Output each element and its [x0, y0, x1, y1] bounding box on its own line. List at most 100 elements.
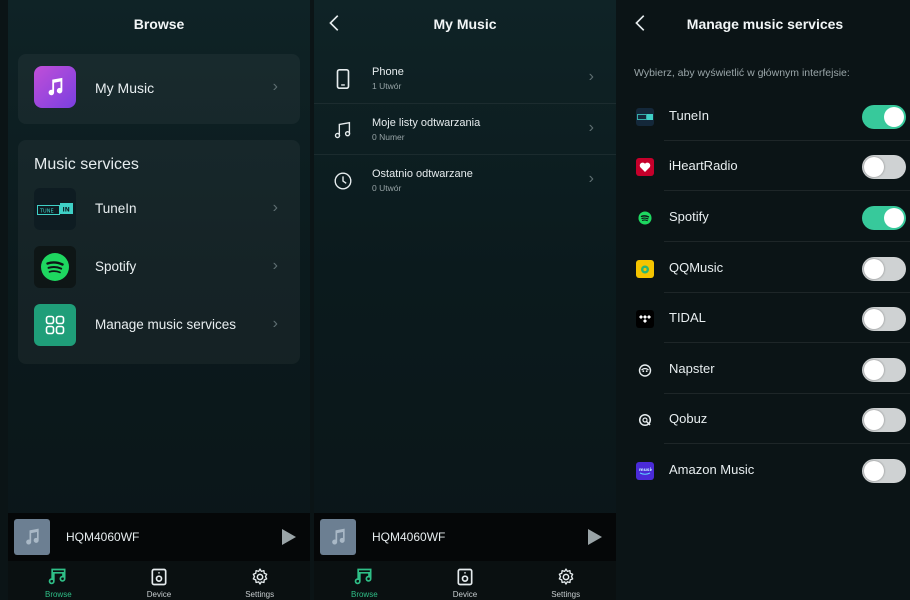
spotify-icon: [636, 209, 654, 227]
music-services-card: Music services TUNE IN TuneIn › Spotify ›…: [18, 140, 300, 364]
service-toggle[interactable]: [862, 105, 906, 129]
service-toggle[interactable]: [862, 459, 906, 483]
svg-text:TUNE: TUNE: [39, 209, 54, 215]
svg-text:IN: IN: [63, 207, 70, 214]
list-item-phone[interactable]: Phone 1 Utwór ›: [314, 54, 616, 104]
item-subtitle: 0 Numer: [372, 132, 405, 142]
title-text: Manage music services: [686, 16, 844, 32]
tab-bar: Browse Device Settings: [8, 561, 310, 600]
service-item-tunein[interactable]: TUNE IN TuneIn ›: [18, 186, 300, 232]
my-music-screen: My Music Phone 1 Utwór › Moje listy odtw…: [314, 0, 616, 600]
spotify-icon: [34, 246, 76, 288]
service-name: TIDAL: [669, 310, 706, 325]
svg-text:music: music: [639, 467, 652, 473]
play-icon[interactable]: [282, 529, 296, 545]
service-toggle[interactable]: [862, 206, 906, 230]
phone-icon: [336, 69, 350, 89]
album-art: [320, 519, 356, 555]
chevron-right-icon: ›: [588, 119, 594, 136]
service-name: Qobuz: [669, 411, 708, 426]
my-music-label: My Music: [95, 80, 155, 96]
service-name: Napster: [669, 361, 715, 376]
chevron-right-icon: ›: [588, 68, 594, 85]
service-row-tunein[interactable]: TuneIn: [620, 91, 910, 141]
back-icon[interactable]: [630, 12, 652, 34]
clock-icon: [334, 172, 352, 190]
list-item-playlists[interactable]: Moje listy odtwarzania 0 Numer ›: [314, 105, 616, 155]
device-icon: [457, 568, 473, 586]
tab-bar: Browse Device Settings: [314, 561, 616, 600]
music-note-icon: [334, 121, 351, 139]
service-row-tidal[interactable]: TIDAL: [620, 293, 910, 343]
chevron-right-icon: ›: [272, 199, 278, 216]
tidal-icon: [636, 310, 654, 328]
service-toggle[interactable]: [862, 408, 906, 432]
chevron-right-icon: ›: [272, 257, 278, 274]
tab-label: Device: [146, 590, 172, 599]
service-toggle[interactable]: [862, 358, 906, 382]
service-row-amazon-music[interactable]: music Amazon Music: [620, 445, 910, 495]
mini-player[interactable]: HQM4060WF: [314, 513, 616, 561]
chevron-right-icon: ›: [272, 78, 278, 95]
item-title: Moje listy odtwarzania: [372, 117, 481, 129]
service-name: Spotify: [669, 209, 709, 224]
tab-label: Device: [452, 590, 478, 599]
mini-player[interactable]: HQM4060WF: [8, 513, 310, 561]
item-subtitle: 0 Utwór: [372, 183, 402, 193]
napster-icon: [636, 361, 654, 379]
service-name: iHeartRadio: [669, 158, 738, 173]
list-item-recent[interactable]: Ostatnio odtwarzane 0 Utwór ›: [314, 156, 616, 206]
tunein-icon: TUNE IN: [34, 188, 76, 230]
browse-screen: Browse My Music › Music services TUNE IN …: [8, 0, 310, 600]
service-row-qobuz[interactable]: Qobuz: [620, 394, 910, 444]
browse-icon: [355, 568, 372, 585]
my-music-card[interactable]: My Music ›: [18, 54, 300, 124]
service-toggle[interactable]: [862, 155, 906, 179]
device-name: HQM4060WF: [372, 530, 446, 544]
browse-icon: [49, 568, 66, 585]
tab-browse[interactable]: Browse: [8, 561, 109, 600]
section-title: Music services: [34, 156, 139, 173]
tab-label: Settings: [551, 590, 581, 599]
service-label: Manage music services: [95, 317, 237, 332]
device-name: HQM4060WF: [66, 530, 140, 544]
page-title: Browse: [133, 16, 185, 32]
manage-services-screen: Manage music services Wybierz, aby wyświ…: [620, 0, 910, 600]
iheartradio-icon: [636, 158, 654, 176]
service-name: Amazon Music: [669, 462, 755, 477]
service-row-iheartradio[interactable]: iHeartRadio: [620, 141, 910, 191]
page-title: Manage music services: [620, 0, 910, 48]
tab-settings[interactable]: Settings: [209, 561, 310, 600]
gear-icon: [252, 568, 268, 585]
instruction-text: Wybierz, aby wyświetlić w głównym interf…: [634, 67, 850, 79]
service-item-spotify[interactable]: Spotify ›: [18, 244, 300, 290]
service-label: TuneIn: [95, 201, 137, 216]
service-toggle[interactable]: [862, 307, 906, 331]
tab-browse[interactable]: Browse: [314, 561, 415, 600]
tab-device[interactable]: Device: [415, 561, 516, 600]
service-row-spotify[interactable]: Spotify: [620, 192, 910, 242]
service-name: QQMusic: [669, 260, 724, 275]
service-toggle[interactable]: [862, 257, 906, 281]
service-row-napster[interactable]: Napster: [620, 344, 910, 394]
qobuz-icon: [636, 411, 654, 429]
item-title: Ostatnio odtwarzane: [372, 168, 473, 180]
tab-device[interactable]: Device: [109, 561, 210, 600]
qqmusic-icon: [636, 260, 654, 278]
chevron-right-icon: ›: [272, 315, 278, 332]
service-item-manage[interactable]: Manage music services ›: [18, 302, 300, 348]
music-note-icon: [34, 66, 76, 108]
item-subtitle: 1 Utwór: [372, 81, 402, 91]
tab-settings[interactable]: Settings: [515, 561, 616, 600]
chevron-right-icon: ›: [588, 170, 594, 187]
title-text: My Music: [433, 16, 497, 32]
play-icon[interactable]: [588, 529, 602, 545]
grid-icon: [34, 304, 76, 346]
album-art: [14, 519, 50, 555]
service-label: Spotify: [95, 259, 137, 274]
amazon-music-icon: music: [636, 462, 654, 480]
service-row-qqmusic[interactable]: QQMusic: [620, 243, 910, 293]
service-name: TuneIn: [669, 108, 709, 123]
back-icon[interactable]: [324, 12, 346, 34]
tunein-icon: [636, 108, 654, 126]
